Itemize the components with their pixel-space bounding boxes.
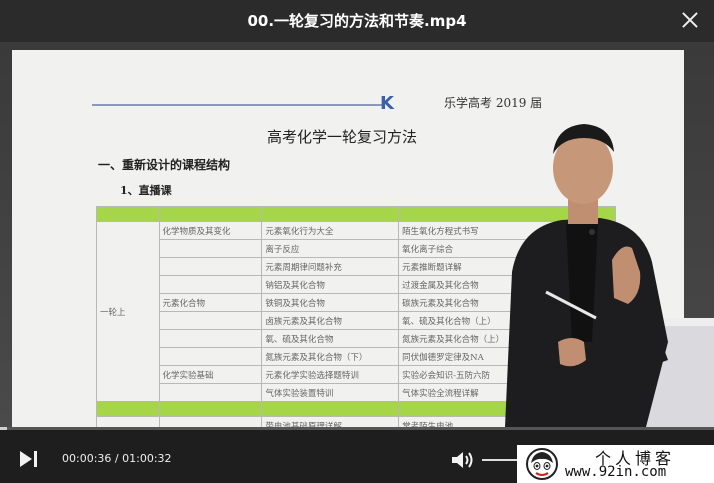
video-title: 00.一轮复习的方法和节奏.mp4	[247, 12, 467, 30]
progress-fill	[0, 427, 8, 430]
watermark: 个人博客 www.92in.com	[517, 445, 714, 483]
duration: 01:00:32	[122, 452, 172, 465]
watermark-url: www.92in.com	[565, 464, 667, 480]
lapel-mic	[589, 229, 595, 235]
video-player: 00.一轮复习的方法和节奏.mp4 K 乐学高考 2019 届 高考化学一轮复习…	[0, 0, 714, 483]
close-icon[interactable]	[680, 10, 700, 30]
title-bar: 00.一轮复习的方法和节奏.mp4	[0, 0, 714, 42]
time-display: 00:00:36 / 01:00:32	[62, 452, 172, 465]
speaker-figure	[505, 124, 714, 427]
speaker-hand-left	[558, 338, 586, 367]
play-pause-icon[interactable]	[20, 451, 38, 467]
time-separator: /	[114, 452, 119, 465]
current-time: 00:00:36	[62, 452, 112, 465]
watermark-logo	[526, 448, 558, 480]
video-frame[interactable]: K 乐学高考 2019 届 高考化学一轮复习方法 一、重新设计的课程结构 1、直…	[0, 42, 714, 427]
volume-icon[interactable]	[452, 451, 474, 469]
speaker-arm-left	[512, 342, 560, 372]
volume-slider[interactable]	[482, 459, 518, 461]
progress-bar[interactable]	[0, 427, 714, 430]
